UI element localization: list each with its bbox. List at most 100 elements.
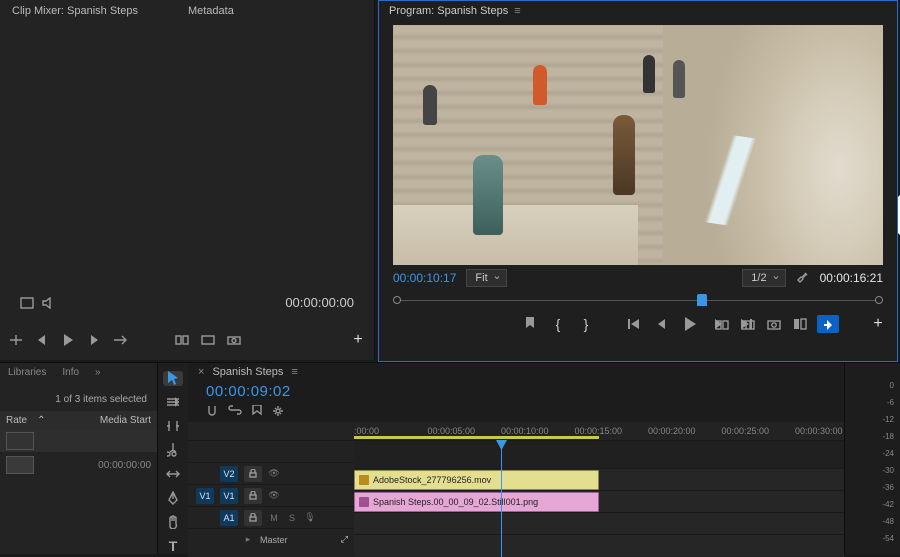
fx-badge-icon (359, 497, 369, 507)
zoom-fit-dropdown[interactable]: Fit (466, 269, 506, 287)
timeline-options (188, 404, 844, 422)
ruler-tick: 00:00:30:00 (795, 426, 843, 436)
program-menu-icon[interactable]: ≡ (514, 5, 520, 17)
fx-badge-icon (359, 475, 369, 485)
out-bracket-icon[interactable]: } (577, 315, 595, 333)
clip-v2[interactable]: AdobeStock_277796256.mov (354, 470, 599, 490)
sequence-name[interactable]: Spanish Steps (212, 366, 283, 378)
solo-icon[interactable]: S (286, 513, 298, 523)
meter-tick: -42 (882, 500, 894, 509)
tabs-overflow-icon[interactable]: » (95, 367, 101, 378)
razor-tool-icon[interactable] (163, 443, 183, 458)
marker-icon[interactable] (521, 315, 539, 333)
extract-icon[interactable] (739, 315, 757, 333)
pen-tool-icon[interactable] (163, 490, 183, 505)
program-left-timecode[interactable]: 00:00:10:17 (393, 271, 456, 285)
sequence-timecode[interactable]: 00:00:09:02 (188, 381, 844, 404)
lift-icon[interactable] (713, 315, 731, 333)
sequence-menu-icon[interactable]: ≡ (291, 366, 297, 378)
lock-icon[interactable] (244, 488, 262, 504)
linked-selection-icon[interactable] (228, 405, 242, 417)
step-back-icon[interactable] (653, 315, 671, 333)
track-header-v1[interactable]: V1 V1 👁 (188, 488, 354, 504)
eye-icon[interactable]: 👁 (268, 490, 280, 501)
time-ruler[interactable]: :00:0000:00:05:0000:00:10:0000:00:15:000… (354, 422, 844, 440)
hand-tool-icon[interactable] (163, 514, 183, 529)
lane-a1[interactable] (354, 512, 844, 534)
track-select-tool-icon[interactable] (163, 395, 183, 410)
export-frame-icon[interactable] (226, 332, 242, 348)
col-media-start[interactable]: Media Start (100, 415, 151, 426)
a1-target[interactable]: A1 (220, 510, 238, 526)
timeline-panel: × Spanish Steps ≡ 00:00:09:02 V2 👁 V1 (188, 362, 844, 554)
track-headers: V2 👁 V1 V1 👁 A1 M S (188, 422, 354, 557)
play-icon[interactable] (60, 332, 76, 348)
voiceover-icon[interactable]: 🎙 (304, 512, 316, 523)
clip-v1[interactable]: Spanish Steps.00_00_09_02.Still001.png (354, 492, 599, 512)
v1-target[interactable]: V1 (220, 488, 238, 504)
ripple-edit-tool-icon[interactable] (163, 419, 183, 434)
collapse-tracks-icon[interactable]: ⤢ (341, 534, 348, 545)
close-sequence-icon[interactable]: × (198, 366, 204, 378)
selection-tool-icon[interactable] (163, 371, 183, 386)
lane-v1[interactable]: Spanish Steps.00_00_09_02.Still001.png (354, 490, 844, 512)
bin-row[interactable] (0, 430, 157, 452)
tab-metadata[interactable]: Metadata (188, 5, 234, 17)
in-bracket-icon[interactable]: { (549, 315, 567, 333)
resolution-dropdown[interactable]: 1/2 (742, 269, 785, 287)
step-back-icon[interactable] (34, 332, 50, 348)
tab-info[interactable]: Info (62, 367, 79, 378)
source-panel: Clip Mixer: Spanish Steps Metadata 00:00… (0, 0, 375, 360)
program-scrub-bar[interactable] (393, 293, 883, 307)
snap-icon[interactable] (206, 405, 218, 417)
v1-source-patch[interactable]: V1 (196, 488, 214, 504)
program-transport: { } + (379, 309, 897, 341)
timeline-playhead[interactable] (501, 440, 502, 557)
lane-master[interactable] (354, 534, 844, 556)
track-header-v2[interactable]: V2 👁 (188, 466, 354, 482)
v2-target[interactable]: V2 (220, 466, 238, 482)
column-headers[interactable]: Rate ⌃ Media Start (0, 411, 157, 430)
sort-asc-icon[interactable]: ⌃ (37, 415, 45, 426)
step-fwd-icon[interactable] (86, 332, 102, 348)
toggle-track-icon[interactable] (20, 297, 34, 309)
clip-thumb (6, 456, 34, 474)
toggle-audio-icon[interactable] (42, 297, 56, 309)
program-right-timecode: 00:00:16:21 (820, 271, 883, 285)
insert-icon[interactable] (8, 332, 24, 348)
wrench-icon[interactable] (796, 271, 810, 285)
meter-tick: -36 (882, 483, 894, 492)
track-header-master[interactable]: ▸ Master ⤢ (188, 534, 354, 545)
overwrite-clip-icon[interactable] (200, 332, 216, 348)
tab-libraries[interactable]: Libraries (8, 367, 46, 378)
plus-icon[interactable]: + (350, 332, 366, 348)
goto-in-icon[interactable] (625, 315, 643, 333)
overwrite-icon[interactable] (112, 332, 128, 348)
expand-icon[interactable]: ▸ (242, 534, 254, 545)
export-icon[interactable] (817, 315, 839, 333)
col-rate[interactable]: Rate (6, 415, 27, 426)
marker-tool-icon[interactable] (252, 405, 262, 417)
type-tool-icon[interactable]: T (163, 538, 183, 554)
clip-row[interactable]: 00:00:00:00 (0, 452, 157, 478)
program-monitor[interactable] (393, 25, 883, 265)
source-timecode: 00:00:00:00 (285, 295, 354, 310)
clip-v2-name: AdobeStock_277796256.mov (373, 475, 491, 485)
lock-icon[interactable] (244, 510, 262, 526)
timeline-tracks[interactable]: :00:0000:00:05:0000:00:10:0000:00:15:000… (354, 422, 844, 557)
compare-icon[interactable] (791, 315, 809, 333)
settings-icon[interactable] (272, 405, 284, 417)
work-area-bar[interactable] (354, 436, 599, 439)
camera-icon[interactable] (765, 315, 783, 333)
program-playhead[interactable] (697, 294, 707, 306)
mute-icon[interactable]: M (268, 513, 280, 523)
plus-icon[interactable]: + (869, 315, 887, 333)
insert-clip-icon[interactable] (174, 332, 190, 348)
eye-icon[interactable]: 👁 (268, 468, 280, 479)
lock-icon[interactable] (244, 466, 262, 482)
tab-clip-mixer[interactable]: Clip Mixer: Spanish Steps (12, 5, 138, 17)
slip-tool-icon[interactable] (163, 466, 183, 481)
track-header-a1[interactable]: A1 M S 🎙 (188, 510, 354, 526)
lane-v2[interactable]: AdobeStock_277796256.mov (354, 468, 844, 490)
play-icon[interactable] (681, 315, 699, 333)
